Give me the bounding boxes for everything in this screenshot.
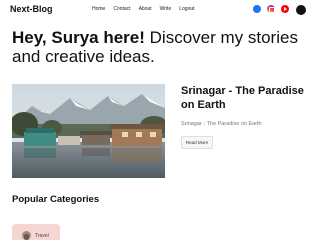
- category-chip-travel[interactable]: Travel: [12, 224, 60, 240]
- navbar: Next-Blog Home Contact About Write Logou…: [0, 0, 320, 20]
- srinagar-lake-image: [12, 84, 165, 178]
- nav-link-about[interactable]: About: [139, 6, 152, 12]
- nav-link-write[interactable]: Write: [160, 6, 172, 12]
- read-more-button[interactable]: Read More: [181, 136, 213, 149]
- featured-post-title[interactable]: Srinagar - The Paradise on Earth: [181, 84, 320, 112]
- category-label: Travel: [35, 233, 49, 239]
- nav-links: Home Contact About Write Logout: [92, 6, 195, 12]
- nav-link-logout[interactable]: Logout: [179, 6, 194, 12]
- nav-link-contact[interactable]: Contact: [113, 6, 130, 12]
- featured-post-image[interactable]: [12, 84, 165, 178]
- nav-link-home[interactable]: Home: [92, 6, 105, 12]
- social-links: [253, 5, 289, 13]
- facebook-icon[interactable]: [253, 5, 261, 13]
- hero-greeting: Hey, Surya here!: [12, 28, 145, 47]
- dark-mode-toggle[interactable]: [296, 5, 306, 15]
- instagram-icon[interactable]: [267, 5, 275, 13]
- site-logo[interactable]: Next-Blog: [10, 4, 53, 14]
- featured-post-description: Srinagar - The Paradise on Earth: [181, 121, 262, 127]
- hero-heading: Hey, Surya here! Discover my stories and…: [12, 28, 318, 66]
- popular-categories-heading: Popular Categories: [12, 194, 100, 205]
- category-avatar: [22, 231, 31, 240]
- youtube-icon[interactable]: [281, 5, 289, 13]
